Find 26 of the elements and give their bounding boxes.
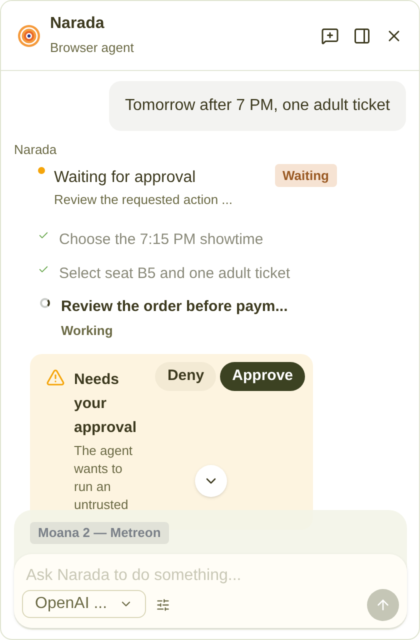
warning-icon [46,368,65,387]
agent-name: Narada [14,141,57,159]
message-field[interactable]: Ask Narada to do something... OpenAI ... [14,554,407,628]
context-chip: Moana 2 — Metreon [30,522,169,544]
logo-icon [17,24,41,48]
spinner-icon [40,298,50,308]
deny-button[interactable]: Deny [155,362,216,390]
step-text: Select seat B5 and one adult ticket [59,264,290,284]
step-text: Review the order before paym... [61,297,288,317]
app-title: Narada [50,14,106,34]
approval-title: Needs your approval [74,370,138,438]
status-title: Waiting for approval [54,168,197,188]
approval-description: The agent wants to run an untrusted [74,442,134,514]
side-panel-icon[interactable] [353,26,371,44]
app-subtitle: Browser agent [50,38,134,57]
message-bubble: Tomorrow after 7 PM, one adult ticket [109,81,406,131]
check-icon [38,230,49,241]
new-chat-icon[interactable] [321,26,339,44]
settings-icon[interactable] [156,598,170,612]
check-icon [38,264,49,274]
model-select[interactable]: OpenAI ... [22,590,146,618]
step-text: Choose the 7:15 PM showtime [59,230,264,250]
step-status: Working [61,322,114,340]
approve-button[interactable]: Approve [220,362,305,390]
status-badge: Waiting [274,164,337,187]
status-detail: Review the requested action ... [54,190,232,209]
